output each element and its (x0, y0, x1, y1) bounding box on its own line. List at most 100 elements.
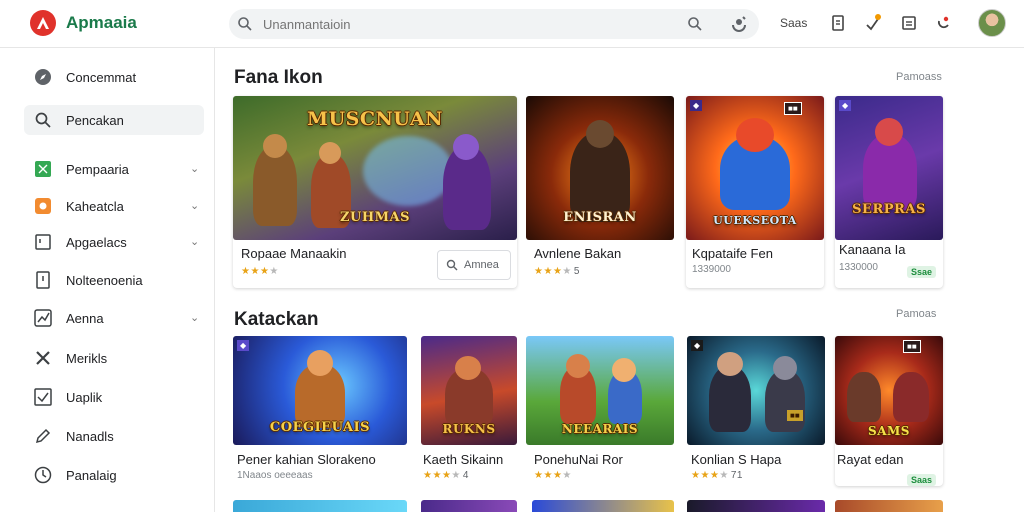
section-more-link[interactable]: Pamoass (896, 71, 942, 83)
sidebar-item-merikls[interactable]: Merikls (24, 343, 204, 373)
rating-stars: ★★★★ 5 (534, 266, 580, 277)
app-title[interactable]: PonehuNai Ror (534, 452, 623, 467)
app-thumbnail[interactable]: ◆ ■■ (687, 336, 825, 445)
app-card[interactable]: NEEARAIS PonehuNai Ror ★★★★ (526, 336, 674, 486)
sidebar: Concemmat Pencakan Pempaaria ⌄ Kaheatcla… (0, 48, 215, 512)
rating-stars: ★★★★ (534, 470, 572, 481)
star-icon: ★ (543, 470, 553, 481)
app-card[interactable]: ◆ SERPRAS Kanaana Ia 1330000 Ssae (835, 96, 943, 288)
chevron-down-icon[interactable]: ⌄ (190, 162, 199, 175)
art-title: COEGIEUAIS (269, 420, 371, 435)
price-badge: Ssae (907, 266, 937, 278)
app-title[interactable]: Kanaana Ia (839, 242, 906, 257)
app-thumbnail[interactable]: ◆ SERPRAS (835, 96, 943, 240)
app-card-partial[interactable] (421, 500, 517, 512)
star-icon: ★ (700, 470, 710, 481)
notification-icon[interactable] (862, 13, 882, 33)
main-content: Fana Ikon Pamoass MUSCNUAN ZUHMAS Ropaae… (216, 48, 1024, 512)
app-title[interactable]: Konlian S Hapa (691, 452, 781, 467)
art-title: RUKNS (442, 422, 496, 436)
clipboard-icon[interactable] (828, 13, 848, 33)
sidebar-item-label: Uaplik (66, 390, 103, 405)
art-title: NEEARAIS (561, 422, 639, 436)
star-icon: ★ (259, 266, 270, 277)
app-card[interactable]: ENISRAN Avnlene Bakan ★★★★ 5 (526, 96, 674, 288)
chart-icon (34, 309, 52, 327)
app-title[interactable]: Ropaae Manaakin (241, 246, 347, 261)
rating-value: 71 (730, 470, 743, 481)
app-card[interactable]: ■■ SAMS Rayat edan Saas (835, 336, 943, 486)
search-icon (446, 259, 458, 271)
sidebar-item-label: Nolteenoenia (66, 273, 143, 288)
section-more-link[interactable]: Pamoas (896, 308, 936, 320)
sidebar-item-uaplik[interactable]: Uaplik (24, 382, 204, 412)
star-icon: ★ (552, 266, 563, 277)
sidebar-item-apgaelacs[interactable]: Apgaelacs ⌄ (24, 227, 204, 257)
user-avatar[interactable] (978, 9, 1006, 37)
chevron-down-icon[interactable]: ⌄ (190, 311, 199, 324)
chevron-down-icon[interactable]: ⌄ (190, 199, 199, 212)
app-thumbnail[interactable]: ◆ ■■ UUEKSEOTA (686, 96, 824, 240)
search-icon (35, 112, 51, 128)
art-title: MUSCNUAN (307, 108, 443, 130)
rating-value: 4 (462, 470, 469, 481)
sidebar-item-pempaaria[interactable]: Pempaaria ⌄ (24, 154, 204, 184)
app-thumbnail[interactable]: MUSCNUAN ZUHMAS (233, 96, 517, 240)
voice-search-icon[interactable] (729, 15, 749, 33)
app-card[interactable]: MUSCNUAN ZUHMAS Ropaae Manaakin ★★★★ Amn… (233, 96, 517, 288)
toolbar-label[interactable]: Saas (780, 16, 807, 30)
alerts-icon[interactable] (933, 13, 953, 33)
app-title[interactable]: Pener kahian Slorakeno (237, 452, 376, 467)
library-icon[interactable] (899, 13, 919, 33)
app-logo-icon[interactable] (30, 10, 56, 36)
star-icon: ★ (441, 470, 452, 481)
app-meta: 1339000 (692, 264, 731, 275)
sidebar-item-kaheatcla[interactable]: Kaheatcla ⌄ (24, 191, 204, 221)
wishlist-button[interactable]: Amnea (437, 250, 511, 280)
document-icon (36, 271, 50, 289)
pencil-icon (35, 428, 51, 444)
app-card-partial[interactable] (532, 500, 674, 512)
app-title[interactable]: Rayat edan (837, 452, 904, 467)
chevron-down-icon[interactable]: ⌄ (190, 235, 199, 248)
search-bar[interactable] (229, 9, 759, 39)
app-name[interactable]: Apmaaia (66, 13, 137, 33)
sidebar-item-label: Kaheatcla (66, 199, 124, 214)
app-thumbnail[interactable]: ◆ COEGIEUAIS (233, 336, 407, 445)
app-thumbnail[interactable]: RUKNS (421, 336, 517, 445)
app-card-partial[interactable] (233, 500, 407, 512)
wishlist-button-label: Amnea (464, 259, 499, 271)
clock-icon (34, 466, 52, 484)
sidebar-item-aenna[interactable]: Aenna ⌄ (24, 303, 204, 333)
app-title[interactable]: Avnlene Bakan (534, 246, 621, 261)
tools-icon (36, 351, 50, 365)
star-icon: ★ (451, 470, 461, 481)
app-thumbnail[interactable]: ENISRAN (526, 96, 674, 240)
sidebar-item-label: Concemmat (66, 70, 137, 85)
art-title: SERPRAS (852, 202, 926, 217)
sidebar-item-panalaig[interactable]: Panalaig (24, 460, 204, 490)
star-icon: ★ (269, 266, 279, 277)
search-submit-icon[interactable] (687, 16, 703, 32)
sidebar-item-label: Pencakan (66, 113, 124, 128)
app-card[interactable]: ◆ ■■ UUEKSEOTA Kqpataife Fen 1339000 (686, 96, 824, 288)
app-title[interactable]: Kaeth Sikainn (423, 452, 503, 467)
app-card[interactable]: RUKNS Kaeth Sikainn ★★★★ 4 (421, 336, 517, 486)
sidebar-item-nolteenoenia[interactable]: Nolteenoenia (24, 265, 204, 295)
app-card[interactable]: ◆ ■■ Konlian S Hapa ★★★★ 71 (687, 336, 825, 486)
app-card-partial[interactable] (687, 500, 825, 512)
app-thumbnail[interactable]: NEEARAIS (526, 336, 674, 445)
rating-stars: ★★★★ 4 (423, 470, 469, 481)
art-subtitle: ZUHMAS (340, 210, 410, 225)
app-title[interactable]: Kqpataife Fen (692, 246, 773, 261)
sidebar-item-nanadls[interactable]: Nanadls (24, 421, 204, 451)
star-icon: ★ (562, 266, 572, 277)
app-thumbnail[interactable]: ■■ SAMS (835, 336, 943, 445)
search-input[interactable] (263, 14, 663, 34)
rating-stars: ★★★★ (241, 266, 279, 277)
rating-stars: ★★★★ 71 (691, 470, 743, 481)
sidebar-item-pencakan[interactable]: Pencakan (24, 105, 204, 135)
sidebar-item-concemmat[interactable]: Concemmat (24, 62, 204, 92)
app-card[interactable]: ◆ COEGIEUAIS Pener kahian Slorakeno 1Naa… (233, 336, 407, 486)
app-card-partial[interactable] (835, 500, 943, 512)
